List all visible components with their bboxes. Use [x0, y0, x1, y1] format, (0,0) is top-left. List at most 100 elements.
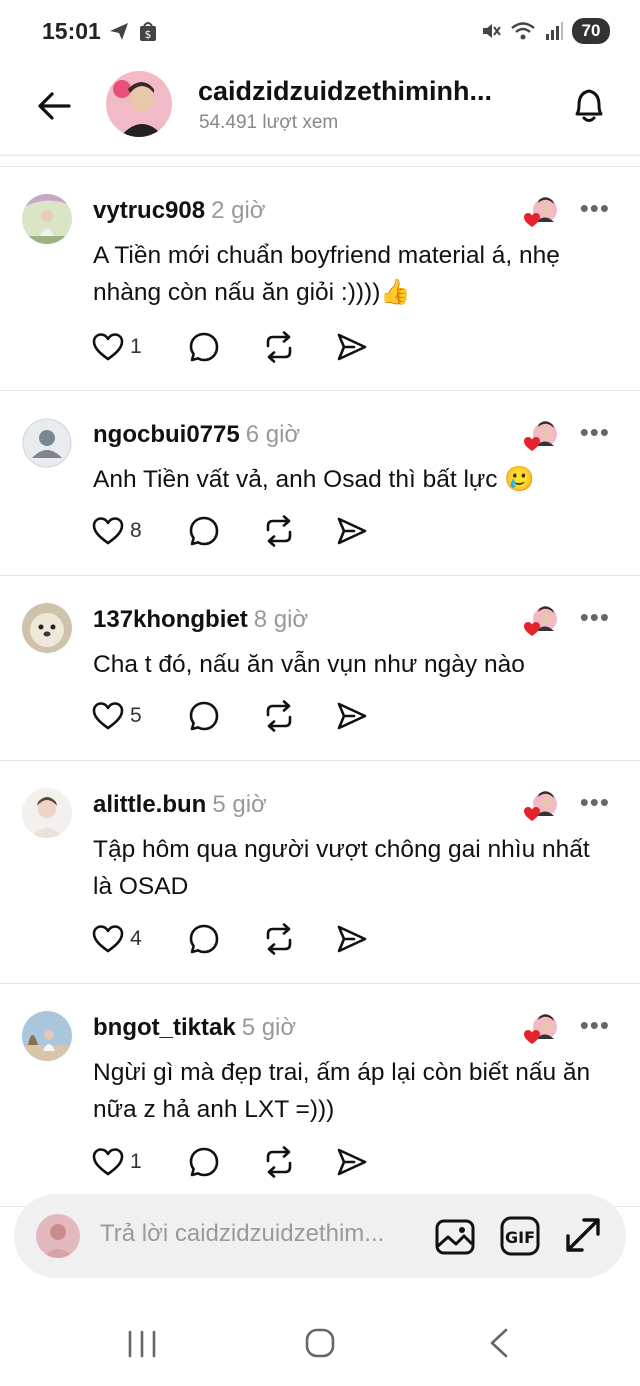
commenter-avatar[interactable] [22, 418, 72, 468]
like-count: 1 [130, 335, 142, 358]
liked-by-author-icon [524, 421, 558, 453]
heart-icon [92, 1148, 124, 1176]
system-back-button[interactable] [486, 1328, 512, 1363]
like-button[interactable]: 1 [92, 329, 188, 365]
comment-header: bngot_tiktak 5 giờ [93, 1014, 296, 1042]
reply-button[interactable] [188, 698, 262, 734]
reply-bar: Trả lời caidzidzuidzethim... GIF [14, 1194, 626, 1278]
like-button[interactable]: 4 [92, 921, 188, 957]
share-icon [337, 517, 367, 545]
chevron-left-icon [490, 1328, 508, 1358]
comment-list: vytruc908 2 giờ ••• A Tiền mới chuẩn boyfri… [0, 167, 640, 1207]
comment-header: alittle.bun 5 giờ [93, 791, 267, 819]
reply-button[interactable] [188, 329, 262, 365]
heart-icon [92, 517, 124, 545]
like-button[interactable]: 8 [92, 513, 188, 549]
system-nav-bar [0, 1300, 640, 1386]
share-button[interactable] [336, 513, 368, 549]
comment-username[interactable]: bngot_tiktak [93, 1014, 236, 1041]
comment-username[interactable]: 137khongbiet [93, 606, 248, 633]
comment-text: A Tiền mới chuẩn boyfriend material á, n… [93, 242, 560, 306]
signal-icon [546, 22, 563, 40]
repost-button[interactable] [262, 698, 336, 734]
share-button[interactable] [336, 698, 368, 734]
share-button[interactable] [336, 329, 368, 365]
commenter-avatar[interactable] [22, 194, 72, 244]
reply-icon [189, 701, 219, 731]
repost-icon [266, 1146, 292, 1178]
share-icon [337, 702, 367, 730]
more-options-button[interactable]: ••• [580, 604, 610, 630]
share-button[interactable] [336, 1144, 368, 1180]
reply-icon [189, 516, 219, 546]
share-icon [337, 1148, 367, 1176]
image-icon [435, 1219, 475, 1255]
reply-button[interactable] [188, 921, 262, 957]
commenter-avatar[interactable] [22, 1011, 72, 1061]
comment-item: 137khongbiet 8 giờ ••• Cha t đó, nấu ăn vẫn… [0, 576, 640, 761]
liked-by-author-icon [524, 791, 558, 823]
liked-by-author-icon [524, 197, 558, 229]
comment-actions: 1 [92, 1144, 368, 1180]
comment-header: 137khongbiet 8 giờ [93, 606, 308, 634]
like-count: 1 [130, 1150, 142, 1173]
liked-by-author-icon [524, 606, 558, 638]
comment-username[interactable]: vytruc908 [93, 197, 205, 224]
reply-button[interactable] [188, 1144, 262, 1180]
comment-text: Cha t đó, nấu ăn vẫn vụn như ngày nào [93, 651, 525, 678]
more-options-button[interactable]: ••• [580, 1012, 610, 1038]
repost-button[interactable] [262, 921, 336, 957]
commenter-avatar[interactable] [22, 788, 72, 838]
comment-item: vytruc908 2 giờ ••• A Tiền mới chuẩn boyfri… [0, 167, 640, 391]
like-count: 8 [130, 519, 142, 542]
like-button[interactable]: 5 [92, 698, 188, 734]
home-button[interactable] [305, 1328, 335, 1363]
heart-icon [92, 333, 124, 361]
status-bar: 15:01 $ 70 [0, 0, 640, 64]
repost-button[interactable] [262, 513, 336, 549]
like-button[interactable]: 1 [92, 1144, 188, 1180]
battery-indicator: 70 [572, 18, 610, 44]
comment-time: 6 giờ [245, 421, 301, 448]
heart-icon [92, 925, 124, 953]
share-button[interactable] [336, 921, 368, 957]
comment-time: 8 giờ [253, 606, 309, 633]
mute-icon [483, 24, 501, 38]
expand-button[interactable] [562, 1214, 604, 1256]
recent-apps-icon [128, 1330, 156, 1358]
more-options-button[interactable]: ••• [580, 789, 610, 815]
thread-header: caidzidzuidzethiminh... 54.491 lượt xem [0, 64, 640, 156]
back-button[interactable] [30, 82, 78, 130]
comment-actions: 1 [92, 329, 368, 365]
like-count: 5 [130, 704, 142, 727]
attach-image-button[interactable] [434, 1216, 476, 1258]
recent-apps-button[interactable] [127, 1330, 157, 1363]
reply-input[interactable]: Trả lời caidzidzuidzethim... [100, 1220, 420, 1248]
author-avatar[interactable] [106, 71, 172, 137]
comment-username[interactable]: ngocbui0775 [93, 421, 240, 448]
comment-username[interactable]: alittle.bun [93, 791, 206, 818]
status-time: 15:01 [42, 18, 101, 44]
notification-button[interactable] [564, 80, 614, 130]
more-options-button[interactable]: ••• [580, 419, 610, 445]
like-count: 4 [130, 927, 142, 950]
repost-icon [266, 515, 292, 547]
repost-button[interactable] [262, 1144, 336, 1180]
repost-icon [266, 331, 292, 363]
share-icon [337, 333, 367, 361]
commenter-avatar[interactable] [22, 603, 72, 653]
home-icon [305, 1328, 335, 1358]
comment-actions: 4 [92, 921, 368, 957]
reply-icon [189, 924, 219, 954]
page-title[interactable]: caidzidzuidzethiminh... [198, 76, 538, 107]
reply-button[interactable] [188, 513, 262, 549]
gif-button[interactable]: GIF [500, 1216, 540, 1256]
gif-icon: GIF [500, 1216, 540, 1256]
more-options-button[interactable]: ••• [580, 195, 610, 221]
repost-button[interactable] [262, 329, 336, 365]
share-icon [337, 925, 367, 953]
reply-icon [189, 1147, 219, 1177]
comment-time: 2 giờ [211, 197, 266, 224]
svg-text:$: $ [145, 28, 152, 41]
heart-icon [92, 702, 124, 730]
